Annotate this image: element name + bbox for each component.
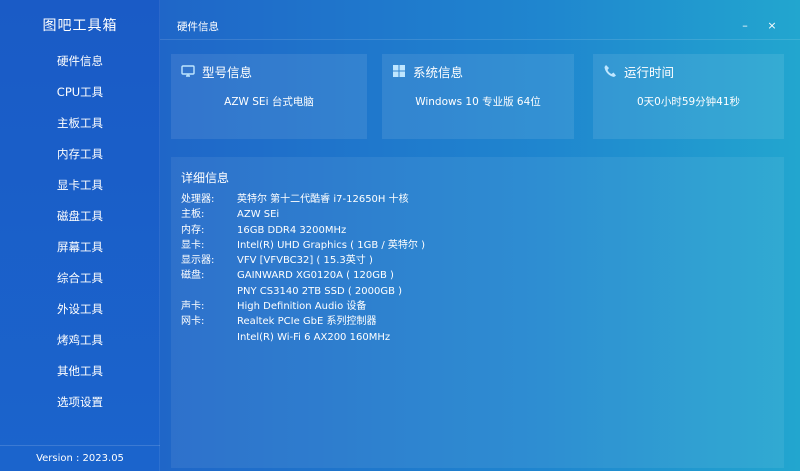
sidebar-item-hardware-info[interactable]: 硬件信息 (0, 46, 160, 77)
row-key (181, 330, 237, 345)
phone-icon (604, 65, 616, 77)
detail-row-audio: 声卡: High Definition Audio 设备 (181, 299, 771, 314)
detail-row-gpu: 显卡: Intel(R) UHD Graphics ( 1GB / 英特尔 ) (181, 238, 771, 253)
row-key (181, 284, 237, 299)
card-label: 型号信息 (202, 64, 253, 80)
page-title: 硬件信息 (177, 21, 219, 33)
sidebar-item-peripheral-tools[interactable]: 外设工具 (0, 294, 160, 325)
card-value: 0天0小时59分钟41秒 (636, 96, 741, 108)
detail-row-network-2: Intel(R) Wi-Fi 6 AX200 160MHz (181, 330, 771, 345)
windows-icon (393, 65, 405, 77)
sidebar-item-settings[interactable]: 选项设置 (0, 387, 160, 418)
row-key: 磁盘: (181, 270, 205, 282)
row-value: Intel(R) Wi-Fi 6 AX200 160MHz (237, 331, 391, 343)
sidebar-item-other-tools[interactable]: 其他工具 (0, 356, 160, 387)
detail-title: 详细信息 (181, 171, 230, 185)
card-value: AZW SEi 台式电脑 (224, 96, 314, 108)
sidebar-item-disk-tools[interactable]: 磁盘工具 (0, 201, 160, 232)
detail-rows: 处理器: 英特尔 第十二代酷睿 i7-12650H 十核 主板: AZW SEi… (181, 192, 771, 345)
sidebar-item-motherboard-tools[interactable]: 主板工具 (0, 108, 160, 139)
detail-row-network: 网卡: Realtek PCIe GbE 系列控制器 (181, 314, 771, 329)
sidebar-item-general-tools[interactable]: 综合工具 (0, 263, 160, 294)
card-label: 系统信息 (413, 64, 464, 80)
minimize-button[interactable]: – (737, 18, 753, 34)
row-value: 16GB DDR4 3200MHz (237, 224, 347, 236)
row-key: 内存: (181, 224, 205, 236)
row-key: 声卡: (181, 301, 205, 313)
app-title: 图吧工具箱 (42, 18, 118, 34)
sidebar-item-screen-tools[interactable]: 屏幕工具 (0, 232, 160, 263)
monitor-icon (181, 65, 195, 77)
detail-row-disk: 磁盘: GAINWARD XG0120A ( 120GB ) (181, 268, 771, 283)
model-info-card: 型号信息 AZW SEi 台式电脑 (171, 54, 367, 139)
card-value: Windows 10 专业版 64位 (415, 96, 541, 108)
row-value: 英特尔 第十二代酷睿 i7-12650H 十核 (237, 194, 409, 205)
detail-panel: 详细信息 处理器: 英特尔 第十二代酷睿 i7-12650H 十核 主板: AZ… (171, 157, 784, 468)
row-value: PNY CS3140 2TB SSD ( 2000GB ) (237, 285, 403, 297)
card-header: 运行时间 (603, 62, 674, 80)
sidebar-nav: 硬件信息 CPU工具 主板工具 内存工具 显卡工具 磁盘工具 屏幕工具 综合工具… (0, 46, 160, 418)
row-value: Realtek PCIe GbE 系列控制器 (237, 316, 377, 328)
card-label: 运行时间 (624, 64, 675, 80)
app-window: 图吧工具箱 硬件信息 CPU工具 主板工具 内存工具 显卡工具 磁盘工具 屏幕工… (0, 0, 800, 471)
sidebar-item-stress-tools[interactable]: 烤鸡工具 (0, 325, 160, 356)
row-key: 显示器: (181, 255, 215, 267)
sidebar-item-memory-tools[interactable]: 内存工具 (0, 139, 160, 170)
row-value: Intel(R) UHD Graphics ( 1GB / 英特尔 ) (237, 239, 425, 251)
version-label: Version : 2023.05 (0, 445, 160, 471)
row-value: GAINWARD XG0120A ( 120GB ) (237, 270, 394, 282)
row-key: 主板: (181, 209, 205, 221)
detail-row-cpu: 处理器: 英特尔 第十二代酷睿 i7-12650H 十核 (181, 192, 771, 207)
sidebar-item-gpu-tools[interactable]: 显卡工具 (0, 170, 160, 201)
row-key: 显卡: (181, 239, 205, 251)
row-value: AZW SEi (237, 209, 280, 221)
row-value: High Definition Audio 设备 (237, 301, 367, 313)
row-key: 处理器: (181, 194, 215, 205)
card-header: 型号信息 (181, 62, 252, 80)
sidebar-item-cpu-tools[interactable]: CPU工具 (0, 77, 160, 108)
row-key: 网卡: (181, 316, 205, 328)
system-info-card: 系统信息 Windows 10 专业版 64位 (382, 54, 574, 139)
close-button[interactable]: × (764, 18, 780, 34)
detail-row-monitor: 显示器: VFV [VFVBC32] ( 15.3英寸 ) (181, 253, 771, 268)
sidebar: 图吧工具箱 硬件信息 CPU工具 主板工具 内存工具 显卡工具 磁盘工具 屏幕工… (0, 0, 160, 471)
main-panel: 硬件信息 – × 型号信息 AZW SEi 台式电脑 系统信息 Windows … (160, 0, 800, 471)
detail-row-motherboard: 主板: AZW SEi (181, 207, 771, 222)
detail-row-disk-2: PNY CS3140 2TB SSD ( 2000GB ) (181, 284, 771, 299)
titlebar: 硬件信息 – × (160, 12, 800, 40)
row-value: VFV [VFVBC32] ( 15.3英寸 ) (237, 255, 373, 267)
uptime-card: 运行时间 0天0小时59分钟41秒 (593, 54, 784, 139)
card-header: 系统信息 (392, 62, 463, 80)
detail-row-memory: 内存: 16GB DDR4 3200MHz (181, 223, 771, 238)
